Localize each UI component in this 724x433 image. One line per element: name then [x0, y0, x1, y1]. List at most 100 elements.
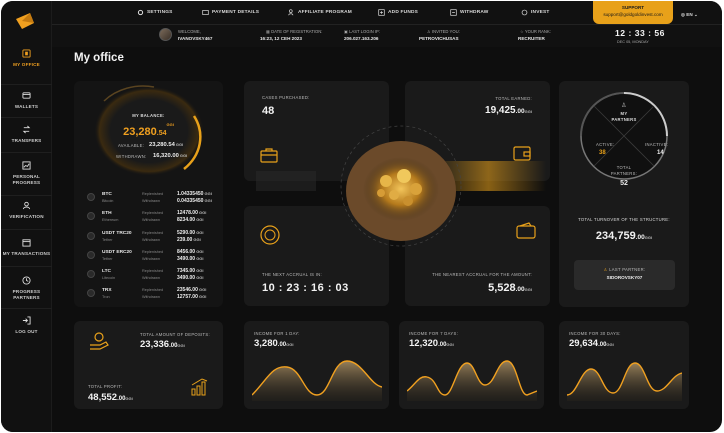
coin-name: Tether	[102, 257, 113, 261]
sidebar-item-progress-partners[interactable]: PROGRESS PARTNERS	[1, 276, 52, 301]
top-nav: SETTINGS PAYMENT DETAILS AFFILIATE PROGR…	[52, 1, 722, 25]
income-1-day-card: INCOME FOR 1 DAY: 3,280.00GGI	[244, 321, 389, 409]
rank-label: ☆ YOUR RANK:	[520, 29, 551, 34]
available-label: AVAILABLE:	[118, 143, 145, 148]
brand-logo-icon[interactable]	[14, 11, 36, 31]
sidebar-item-label: TRANSFERS	[11, 138, 42, 143]
replenished-value: 1.04335450 GGI	[177, 191, 212, 197]
registration-label: ▦ DATE OF REGISTRATION:	[266, 29, 323, 34]
coin-logo-icon	[87, 251, 95, 259]
nav-invest-link[interactable]: INVEST	[521, 9, 550, 16]
sidebar-item-label: LOG OUT	[15, 329, 38, 334]
withdrawn-value: 12757.00 GGI	[177, 294, 207, 300]
nav-add-funds-label: ADD FUNDS	[388, 10, 419, 15]
income-value: 12,320.00GGI	[409, 338, 454, 349]
coin-row[interactable]: USDT TRC20 Tether Replenished Withdrawn 5290…	[87, 230, 212, 244]
income-value: 3,280.00GGI	[254, 338, 294, 349]
nav-withdraw-link[interactable]: WITHDRAW	[450, 9, 489, 16]
plus-icon	[378, 9, 385, 16]
sidebar-item-personal-progress[interactable]: PERSONAL PROGRESS	[1, 161, 52, 186]
withdrawn-label: Withdrawn	[142, 238, 160, 242]
next-accrual-timer: 10 : 23 : 16 : 03	[262, 282, 349, 294]
replenished-value: 7345.00 GGI	[177, 268, 204, 274]
deposit-hand-icon	[90, 332, 109, 350]
sidebar-item-verification[interactable]: VERIFICATION	[1, 201, 52, 219]
coin-symbol: ETH	[102, 211, 112, 216]
total-partners-value: 52	[620, 180, 628, 187]
total-partners-label: TOTAL	[616, 165, 632, 170]
language-selector[interactable]: ◎ EN ⌄	[681, 12, 698, 18]
sidebar-item-label: VERIFICATION	[9, 214, 44, 219]
coin-name: Litecoin	[102, 276, 116, 280]
office-icon	[22, 49, 31, 58]
coin-logo-icon	[87, 270, 95, 278]
coin-symbol: TRX	[102, 288, 112, 293]
transfer-icon	[22, 125, 31, 134]
user-icon	[22, 201, 31, 210]
wallet-icon	[22, 92, 31, 99]
coin-name: Bitcoin	[102, 199, 114, 203]
nav-payment-label: PAYMENT DETAILS	[212, 10, 260, 15]
logout-icon	[22, 316, 31, 325]
sidebar-item-transfers[interactable]: TRANSFERS	[1, 125, 52, 143]
coin-icon	[521, 9, 528, 16]
income-label: INCOME FOR 30 DAYS:	[569, 331, 621, 336]
clock-time: 12 : 33 : 56	[615, 28, 665, 38]
partners-card: ♙ MY PARTNERS ACTIVE: 38 INACTIVE: 14 TO…	[559, 81, 689, 307]
nav-settings-label: SETTINGS	[147, 10, 173, 15]
last-partner-box[interactable]: ♙ LAST PARTNER: SIDOROVSKY07	[574, 260, 675, 290]
nav-add-funds-link[interactable]: ADD FUNDS	[378, 9, 419, 16]
withdrawn-label: Withdrawn	[142, 199, 160, 203]
sidebar-item-my-office[interactable]: MY OFFICE	[1, 49, 52, 67]
clock-date: DEC 05, MONDAY	[617, 40, 649, 44]
chevron-down-icon: ⌄	[692, 12, 698, 17]
partners-icon: ♙	[621, 103, 627, 109]
gear-icon	[137, 9, 144, 16]
balance-value: 23,280.54GGI	[123, 122, 174, 138]
nav-invest-label: INVEST	[531, 10, 550, 15]
card-icon	[202, 10, 209, 15]
sidebar-item-label: PERSONAL PROGRESS	[12, 174, 41, 185]
support-button[interactable]: SUPPORT support@goldgoldinvest.com	[593, 1, 673, 24]
turnover-value: 234,759.00GGI	[595, 230, 653, 242]
nav-settings-link[interactable]: SETTINGS	[137, 9, 173, 16]
next-accrual-label: THE NEXT ACCRUAL IS IN:	[262, 272, 322, 277]
nav-affiliate-label: AFFILIATE PROGRAM	[298, 10, 352, 15]
income-label: INCOME FOR 1 DAY:	[254, 331, 300, 336]
coin-logo-icon	[87, 289, 95, 297]
nav-withdraw-label: WITHDRAW	[460, 10, 489, 15]
welcome-label: WELCOME,	[178, 29, 201, 34]
username: IVANOVSKY467	[178, 36, 213, 41]
income-1-day-sparkline	[252, 360, 382, 401]
earned-label: TOTAL EARNED:	[495, 96, 532, 101]
income-value: 29,634.00GGI	[569, 338, 614, 349]
nav-payment-details-link[interactable]: PAYMENT DETAILS	[202, 10, 260, 15]
deposits-value: 23,336.00GGI	[140, 339, 185, 350]
deposits-label: TOTAL AMOUNT OF DEPOSITS:	[140, 332, 210, 337]
coin-row[interactable]: ETH Ethereum Replenished Withdrawn 12478.00 …	[87, 210, 212, 224]
sidebar-item-label: PROGRESS PARTNERS	[12, 289, 41, 300]
partners-title-line2: PARTNERS	[611, 117, 637, 122]
coin-symbol: USDT TRC20	[102, 231, 132, 236]
coin-logo-icon	[87, 212, 95, 220]
sidebar-item-my-transactions[interactable]: MY TRANSACTIONS	[1, 238, 52, 256]
coin-name: Ethereum	[102, 218, 119, 222]
nav-affiliate-link[interactable]: AFFILIATE PROGRAM	[288, 9, 352, 16]
income-30-days-sparkline	[567, 362, 682, 401]
coin-name: Tron	[102, 295, 110, 299]
turnover-label: TOTAL TURNOVER OF THE STRUCTURE:	[578, 217, 670, 222]
last-partner-label: ♙ LAST PARTNER:	[603, 267, 646, 272]
withdrawn-value: 0.04335450 GGI	[177, 198, 212, 204]
coin-logo-icon	[87, 232, 95, 240]
withdrawn-value: 8234.00 GGI	[177, 217, 204, 223]
avatar[interactable]	[159, 28, 172, 41]
top-bar: SETTINGS PAYMENT DETAILS AFFILIATE PROGR…	[52, 1, 722, 47]
coin-row[interactable]: TRX Tron Replenished Withdrawn 23546.00 GGI 1…	[87, 287, 212, 301]
coin-row[interactable]: USDT ERC20 Tether Replenished Withdrawn 8456…	[87, 249, 212, 263]
users-icon	[288, 9, 294, 16]
coin-row[interactable]: LTC Litecoin Replenished Withdrawn 7345.00 G…	[87, 268, 212, 282]
sidebar-item-log-out[interactable]: LOG OUT	[1, 316, 52, 334]
coin-row[interactable]: BTC Bitcoin Replenished Withdrawn 1.04335450…	[87, 191, 212, 205]
sidebar-item-wallets[interactable]: WALLETS	[1, 91, 52, 109]
active-label: ACTIVE:	[596, 142, 615, 147]
